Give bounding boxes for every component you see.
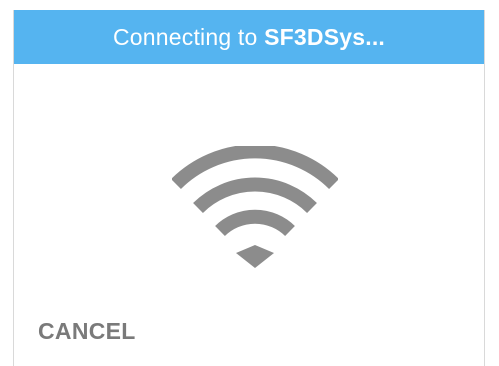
connecting-dialog: Connecting to SF3DSys... CANCEL: [13, 10, 485, 366]
network-name: SF3DSys...: [264, 23, 385, 50]
wifi-icon: [172, 146, 338, 268]
header-title-prefix: Connecting to: [112, 23, 265, 50]
dialog-header: Connecting to SF3DSys...: [14, 10, 484, 64]
cancel-button[interactable]: CANCEL: [38, 318, 136, 345]
